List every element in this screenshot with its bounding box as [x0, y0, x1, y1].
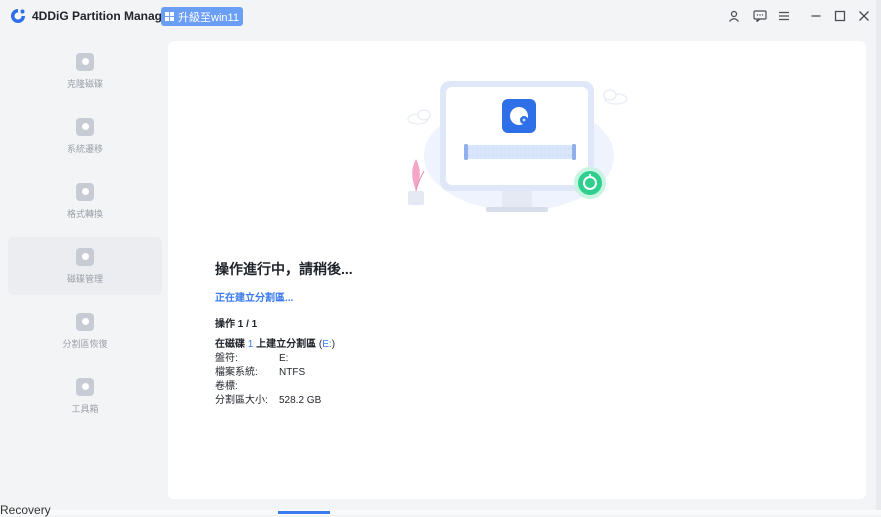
sidebar-item-label: 工具箱	[71, 403, 99, 414]
toolbox-icon	[76, 377, 94, 396]
window-right-edge	[876, 0, 881, 515]
taskbar-active-indicator	[278, 511, 330, 514]
app-window: 4DDiG Partition Manager 升級至win11 克隆磁碟 系統…	[0, 0, 881, 517]
user-icon[interactable]	[725, 7, 743, 25]
detail-key: 盤符:	[215, 353, 238, 364]
clone-disk-icon	[76, 52, 94, 71]
minimize-icon[interactable]	[807, 7, 825, 25]
sidebar-item-label: 系統遷移	[66, 143, 103, 154]
op-desc-paren-close: )	[331, 339, 336, 350]
detail-value: 528.2 GB	[279, 395, 322, 406]
format-convert-icon	[76, 182, 94, 201]
menu-icon[interactable]	[775, 7, 793, 25]
close-icon[interactable]	[855, 7, 873, 25]
upgrade-label: 升級至win11	[178, 11, 239, 24]
partition-recovery-icon	[76, 312, 94, 331]
sidebar-item-label: 磁碟管理	[66, 273, 103, 284]
disk-management-icon	[76, 247, 94, 266]
detail-key: 卷標:	[215, 381, 238, 392]
maximize-icon[interactable]	[831, 7, 849, 25]
detail-row-partition-size: 分割區大小: 528.2 GB	[215, 391, 321, 406]
sidebar-item-partition-recovery[interactable]: 分割區恢復	[8, 302, 162, 360]
sidebar-item-label: 格式轉換	[66, 208, 103, 219]
sidebar: 克隆磁碟 系統遷移 格式轉換 磁碟管理 分割區恢復 工具箱	[0, 40, 166, 510]
sidebar-item-system-migration[interactable]: 系統遷移	[8, 107, 162, 165]
upgrade-win11-button[interactable]: 升級至win11	[161, 7, 243, 26]
feedback-icon[interactable]	[751, 7, 769, 25]
sidebar-item-label: 克隆磁碟	[66, 78, 103, 89]
sidebar-item-disk-management[interactable]: 磁碟管理	[8, 237, 162, 295]
sidebar-item-clone-disk[interactable]: 克隆磁碟	[8, 42, 162, 100]
progress-title: 操作進行中，請稍後...	[215, 261, 353, 277]
detail-key: 檔案系統:	[215, 367, 258, 378]
sidebar-item-format-convert[interactable]: 格式轉換	[8, 172, 162, 230]
system-migration-icon	[76, 117, 94, 136]
windows-icon	[165, 12, 175, 21]
title-bar: 4DDiG Partition Manager 升級至win11	[0, 0, 881, 34]
operation-counter: 操作 1 / 1	[215, 319, 258, 330]
operation-description: 在磁碟 1 上建立分割區 (E:)	[215, 335, 335, 350]
detail-key: 分割區大小:	[215, 395, 268, 406]
sidebar-item-label: 分割區恢復	[62, 338, 108, 349]
detail-row-volume-label: 卷標:	[215, 377, 279, 392]
detail-row-drive-letter: 盤符: E:	[215, 349, 288, 364]
detail-value: NTFS	[279, 367, 306, 378]
detail-row-file-system: 檔案系統: NTFS	[215, 363, 305, 378]
creating-partition-illustration	[407, 81, 628, 212]
sidebar-item-toolbox[interactable]: 工具箱	[8, 367, 162, 425]
main-panel: 操作進行中，請稍後... 正在建立分割區... 操作 1 / 1 在磁碟 1 上…	[168, 41, 866, 499]
app-title: 4DDiG Partition Manager	[32, 9, 174, 23]
op-desc-drive: E:	[322, 339, 332, 350]
app-logo-icon	[11, 9, 25, 23]
progress-status: 正在建立分割區...	[215, 293, 294, 304]
window-bottom-edge	[0, 510, 881, 515]
